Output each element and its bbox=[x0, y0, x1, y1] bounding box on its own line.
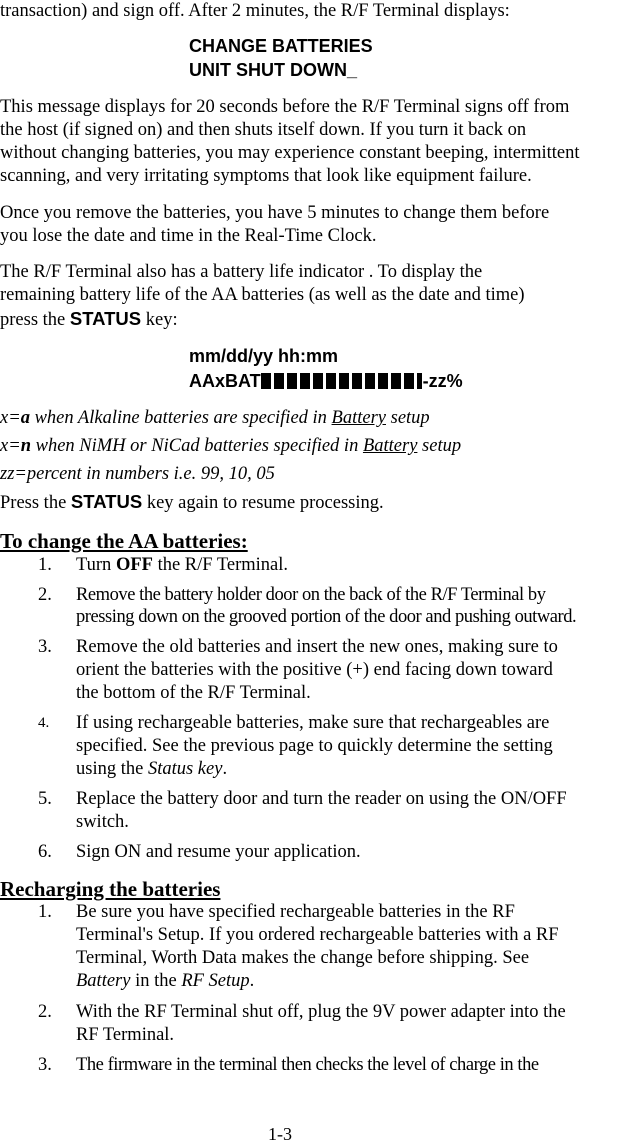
intro-line: transaction) and sign off. After 2 minut… bbox=[0, 1, 510, 21]
paragraph-line: This message displays for 20 seconds bef… bbox=[0, 97, 570, 117]
battery-block bbox=[325, 373, 336, 389]
display-message-line-2: UNIT SHUT DOWN_ bbox=[189, 60, 357, 80]
section-heading-change-batteries: To change the AA batteries: bbox=[0, 529, 248, 553]
legend-line-x-a: x=a when Alkaline batteries are specifie… bbox=[0, 408, 430, 428]
paragraph-line: scanning, and very irritating symptoms t… bbox=[0, 166, 532, 186]
status-key-reference: Status key bbox=[147, 759, 223, 779]
battery-block bbox=[377, 373, 388, 389]
legend-line-x-n: x=n when NiMH or NiCad batteries specifi… bbox=[0, 436, 462, 456]
page-number: 1-3 bbox=[268, 1124, 292, 1144]
battery-block bbox=[286, 373, 297, 389]
paragraph-line: The R/F Terminal also has a battery life… bbox=[0, 262, 483, 282]
battery-block bbox=[312, 373, 323, 389]
battery-block bbox=[338, 373, 349, 389]
battery-block bbox=[351, 373, 362, 389]
status-key-label: STATUS bbox=[70, 491, 143, 512]
paragraph-line: without changing batteries, you may expe… bbox=[0, 143, 580, 163]
status-display-line-2: AAxBAT -zz% bbox=[189, 369, 463, 395]
battery-setup-reference: Battery bbox=[362, 436, 418, 456]
section-heading-recharging: Recharging the batteries bbox=[0, 877, 221, 901]
battery-block bbox=[364, 373, 375, 389]
status-display-line-1: mm/dd/yy hh:mm bbox=[189, 346, 339, 366]
display-message-line-1: CHANGE BATTERIES bbox=[189, 36, 373, 56]
battery-reference: Battery bbox=[76, 971, 131, 991]
battery-block bbox=[390, 373, 401, 389]
battery-setup-reference: Battery bbox=[331, 408, 386, 428]
battery-block bbox=[260, 373, 271, 389]
paragraph-line: you lose the date and time in the Real-T… bbox=[0, 226, 377, 246]
battery-block-partial bbox=[416, 373, 422, 389]
resume-line: Press the STATUS key again to resume pro… bbox=[0, 491, 384, 513]
battery-level-bar bbox=[260, 371, 423, 395]
battery-block bbox=[299, 373, 310, 389]
paragraph-line: press the STATUS key: bbox=[0, 308, 178, 330]
paragraph-line: remaining battery life of the AA batteri… bbox=[0, 285, 525, 305]
rf-setup-reference: RF Setup bbox=[181, 971, 250, 991]
paragraph-line: the host (if signed on) and then shuts i… bbox=[0, 120, 527, 140]
paragraph-line: Once you remove the batteries, you have … bbox=[0, 203, 550, 223]
battery-block bbox=[403, 373, 414, 389]
battery-block bbox=[273, 373, 284, 389]
legend-line-zz: zz=percent in numbers i.e. 99, 10, 05 bbox=[0, 464, 275, 484]
status-key-label: STATUS bbox=[69, 308, 142, 329]
